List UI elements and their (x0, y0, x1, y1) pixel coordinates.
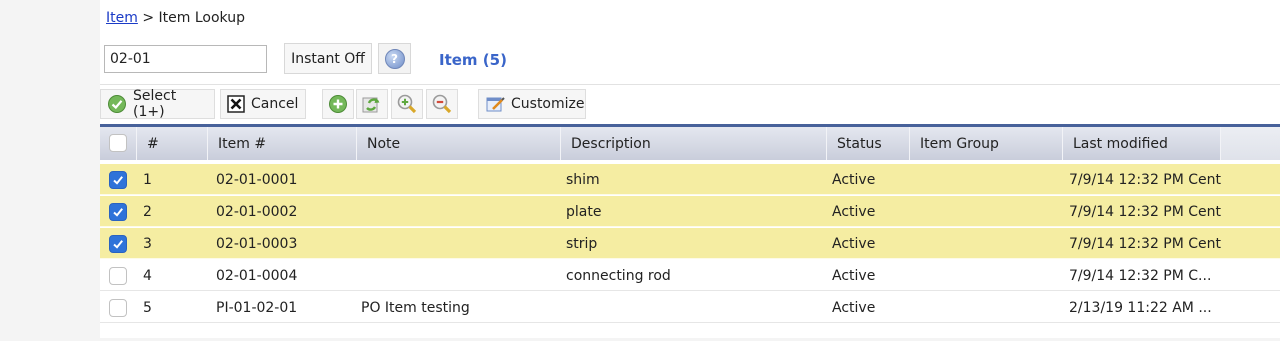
cell-description: strip (566, 235, 598, 252)
column-header-item-group[interactable]: Item Group (910, 127, 1063, 160)
row-checkbox[interactable] (109, 235, 127, 253)
instant-toggle-button[interactable]: Instant Off (284, 43, 372, 74)
cancel-button-label: Cancel (251, 96, 299, 112)
toolbar: Select (1+) Cancel Customize (100, 84, 1280, 123)
cell-number: 3 (143, 235, 152, 252)
cell-number: 4 (143, 267, 152, 284)
cell-item-no: 02-01-0002 (216, 203, 298, 220)
cell-status: Active (832, 299, 876, 316)
table-row[interactable]: 4 02-01-0004 connecting rod Active 7/9/14 12… (100, 260, 1280, 291)
cell-description: plate (566, 203, 602, 220)
cell-item-no: PI-01-02-01 (216, 299, 298, 316)
select-all-checkbox[interactable] (109, 134, 127, 152)
cell-status: Active (832, 267, 876, 284)
cell-status: Active (832, 235, 876, 252)
cell-number: 1 (143, 171, 152, 188)
cell-item-no: 02-01-0004 (216, 267, 298, 284)
search-input[interactable] (104, 45, 267, 73)
table-row[interactable]: 3 02-01-0003 strip Active 7/9/14 12:32 PM Ce… (100, 228, 1280, 259)
cell-description: shim (566, 171, 600, 188)
table-row[interactable]: 2 02-01-0002 plate Active 7/9/14 12:32 PM Ce… (100, 196, 1280, 227)
add-circle-icon (328, 94, 348, 114)
checkmark-icon (113, 240, 123, 249)
cell-last-modified: 7/9/14 12:32 PM C... (1069, 267, 1212, 284)
help-icon: ? (384, 48, 405, 69)
cell-last-modified: 7/9/14 12:32 PM Cent (1069, 171, 1222, 188)
cell-status: Active (832, 171, 876, 188)
cell-last-modified: 7/9/14 12:32 PM Cent (1069, 235, 1222, 252)
grid-header: # Item # Note Description Status Item Gr… (100, 127, 1280, 160)
column-header-number[interactable]: # (137, 127, 208, 160)
customize-icon (485, 94, 505, 114)
column-header-description[interactable]: Description (561, 127, 827, 160)
check-circle-icon (107, 94, 127, 114)
column-header-note[interactable]: Note (357, 127, 561, 160)
column-header-status[interactable]: Status (827, 127, 910, 160)
table-row[interactable]: 5 PI-01-02-01 PO Item testing Active 2/13/19… (100, 292, 1280, 323)
breadcrumb-separator: > (142, 10, 155, 26)
cell-description: connecting rod (566, 267, 671, 284)
row-checkbox[interactable] (109, 171, 127, 189)
cell-number: 2 (143, 203, 152, 220)
select-button[interactable]: Select (1+) (100, 88, 215, 120)
zoom-out-icon (431, 93, 453, 115)
table-row[interactable]: 1 02-01-0001 shim Active 7/9/14 12:32 PM Cen… (100, 164, 1280, 195)
close-box-icon (227, 95, 245, 113)
customize-button[interactable]: Customize (478, 89, 586, 119)
breadcrumb-item-link[interactable]: Item (106, 10, 138, 26)
customize-button-label: Customize (511, 96, 585, 112)
row-checkbox[interactable] (109, 267, 127, 285)
column-header-item-no[interactable]: Item # (208, 127, 357, 160)
checkmark-icon (113, 176, 123, 185)
row-checkbox[interactable] (109, 203, 127, 221)
checkmark-icon (113, 208, 123, 217)
cell-last-modified: 7/9/14 12:32 PM Cent (1069, 203, 1222, 220)
cell-number: 5 (143, 299, 152, 316)
zoom-in-icon (396, 93, 418, 115)
cancel-button[interactable]: Cancel (220, 89, 306, 119)
row-checkbox[interactable] (109, 299, 127, 317)
header-select-all (100, 127, 137, 160)
cell-status: Active (832, 203, 876, 220)
add-button[interactable] (322, 89, 354, 119)
refresh-icon (361, 94, 383, 114)
column-header-filler (1221, 127, 1280, 160)
cell-last-modified: 2/13/19 11:22 AM ... (1069, 299, 1212, 316)
zoom-out-button[interactable] (426, 89, 458, 119)
zoom-in-button[interactable] (391, 89, 423, 119)
select-button-label: Select (1+) (133, 88, 177, 120)
cell-item-no: 02-01-0003 (216, 235, 298, 252)
result-title: Item (5) (439, 51, 507, 69)
refresh-button[interactable] (356, 89, 388, 119)
cell-item-no: 02-01-0001 (216, 171, 298, 188)
help-button[interactable]: ? (378, 43, 411, 74)
cell-note: PO Item testing (361, 299, 470, 316)
breadcrumb-current: Item Lookup (158, 10, 245, 26)
item-grid: # Item # Note Description Status Item Gr… (100, 124, 1280, 341)
column-header-last-modified[interactable]: Last modified (1063, 127, 1221, 160)
breadcrumb: Item > Item Lookup (106, 10, 245, 26)
